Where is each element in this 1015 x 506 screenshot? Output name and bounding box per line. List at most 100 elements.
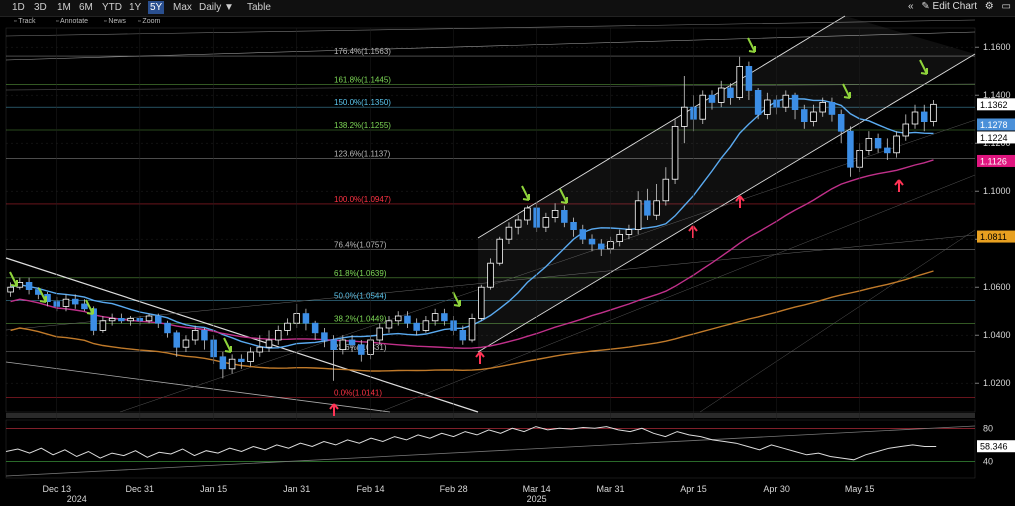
candle-body	[681, 106, 688, 127]
candle-body	[431, 313, 439, 322]
candle-body	[302, 313, 310, 324]
highlight-arrow	[223, 337, 232, 353]
price-chart[interactable]: 1.0200 1.0400 1.0600 1.0800 1.1000 1.1200 1.14…	[0, 0, 1015, 506]
candle-body	[819, 102, 826, 113]
candle-body	[376, 327, 384, 341]
candle-body	[450, 320, 457, 331]
y-tick-label: 1.1200	[983, 138, 1011, 148]
trend-line	[699, 229, 976, 413]
candle-body	[339, 339, 347, 351]
candle-body	[708, 94, 716, 103]
collapse-button[interactable]: «	[908, 1, 914, 12]
candle-body	[62, 298, 70, 307]
candle-body	[570, 221, 577, 230]
table-button[interactable]: Table	[245, 1, 273, 14]
candle-body	[468, 317, 476, 341]
news-tool-button[interactable]: ▫ News	[104, 17, 126, 27]
ma-fast-line	[10, 97, 934, 349]
range-6m-button[interactable]: 6M	[77, 1, 95, 14]
candle-body	[459, 329, 467, 341]
trend-line	[477, 15, 846, 239]
candle-body	[136, 317, 144, 322]
window-icon[interactable]: ▭	[1002, 1, 1011, 12]
low-arrow	[735, 195, 745, 208]
candle-body	[782, 94, 790, 108]
range-1y-button[interactable]: 1Y	[127, 1, 143, 14]
candle-body	[911, 111, 919, 125]
candle-body	[413, 322, 420, 331]
candle-body	[155, 315, 162, 324]
candle-body	[164, 322, 171, 334]
range-1m-button[interactable]: 1M	[55, 1, 73, 14]
plot-area	[5, 27, 976, 413]
highlight-arrow	[559, 188, 568, 204]
candle-body	[256, 346, 264, 353]
y-tick-label: 1.1600	[983, 42, 1011, 52]
indicator-value-box	[977, 440, 1015, 453]
price-tag-label: 1.1362	[980, 100, 1008, 110]
trend-line	[477, 53, 976, 353]
y-tick-label: 1.1000	[983, 186, 1011, 196]
candle-body	[533, 207, 540, 228]
price-tag-label: 1.0811	[980, 232, 1007, 242]
candle-body	[653, 200, 660, 216]
range-5y-button[interactable]: 5Y	[148, 1, 165, 14]
highlight-arrow	[842, 83, 851, 99]
candle-body	[44, 293, 51, 302]
range-3d-button[interactable]: 3D	[32, 1, 49, 14]
price-channel	[478, 16, 975, 352]
candle-body	[173, 332, 180, 348]
indicator-trend-line	[5, 425, 976, 477]
candle-body	[385, 320, 393, 329]
candle-body	[847, 130, 854, 168]
trend-line	[379, 174, 976, 413]
y-tick-label: 1.0800	[983, 234, 1011, 244]
right-toolbar: « ✎ Edit Chart ⚙ ▭	[903, 1, 1011, 12]
candle-body	[81, 303, 88, 310]
indicator-tick-label: 40	[983, 456, 993, 466]
fib-label: 150.0%(1.1350)	[334, 98, 391, 107]
candle-body	[191, 329, 199, 341]
fib-label: 61.8%(1.0639)	[334, 269, 387, 278]
candle-body	[25, 281, 33, 290]
candle-body	[99, 320, 107, 331]
candle-body	[690, 106, 697, 120]
fib-label: 138.2%(1.1255)	[334, 121, 391, 130]
candle-body	[505, 226, 513, 240]
scroll-bar	[6, 413, 975, 418]
candle-body	[837, 114, 845, 132]
period-dropdown[interactable]: Daily ▼	[197, 1, 236, 14]
trend-line	[5, 83, 976, 91]
candle-body	[478, 286, 485, 319]
range-ytd-button[interactable]: YTD	[100, 1, 124, 14]
candle-body	[330, 339, 337, 351]
candle-body	[874, 137, 882, 149]
reset-zoom-button[interactable]: Reset	[134, 29, 161, 39]
candle-body	[625, 229, 633, 235]
range-1d-button[interactable]: 1D	[10, 1, 27, 14]
annotate-tool-button[interactable]: ▫ Annotate	[56, 17, 88, 27]
highlight-arrow	[38, 287, 47, 303]
candle-body	[810, 111, 817, 123]
x-tick-label: Feb 14	[357, 484, 385, 494]
candle-body	[284, 322, 291, 331]
candle-body	[496, 238, 503, 264]
candle-body	[634, 200, 642, 231]
candle-body	[182, 339, 190, 348]
candle-body	[422, 320, 430, 331]
candle-body	[219, 356, 227, 370]
candle-body	[514, 219, 522, 228]
fib-label: 38.2%(1.0449)	[334, 314, 387, 323]
track-tool-button[interactable]: ▫ Track	[14, 17, 36, 27]
trend-line	[5, 257, 479, 413]
x-tick-label: Jan 31	[283, 484, 310, 494]
candle-body	[791, 94, 799, 110]
chart-toolbar: 1D 3D 1M 6M YTD 1Y 5Y Max Daily ▼ Table	[0, 0, 1015, 17]
zoom-tool-button[interactable]: ▫ Zoom	[138, 17, 160, 27]
range-max-button[interactable]: Max	[171, 1, 194, 14]
edit-chart-button[interactable]: ✎ Edit Chart	[921, 1, 977, 12]
x-tick-label: May 15	[845, 484, 875, 494]
candle-body	[597, 243, 605, 250]
settings-icon[interactable]: ⚙	[985, 1, 994, 12]
price-tag-box	[977, 118, 1015, 131]
